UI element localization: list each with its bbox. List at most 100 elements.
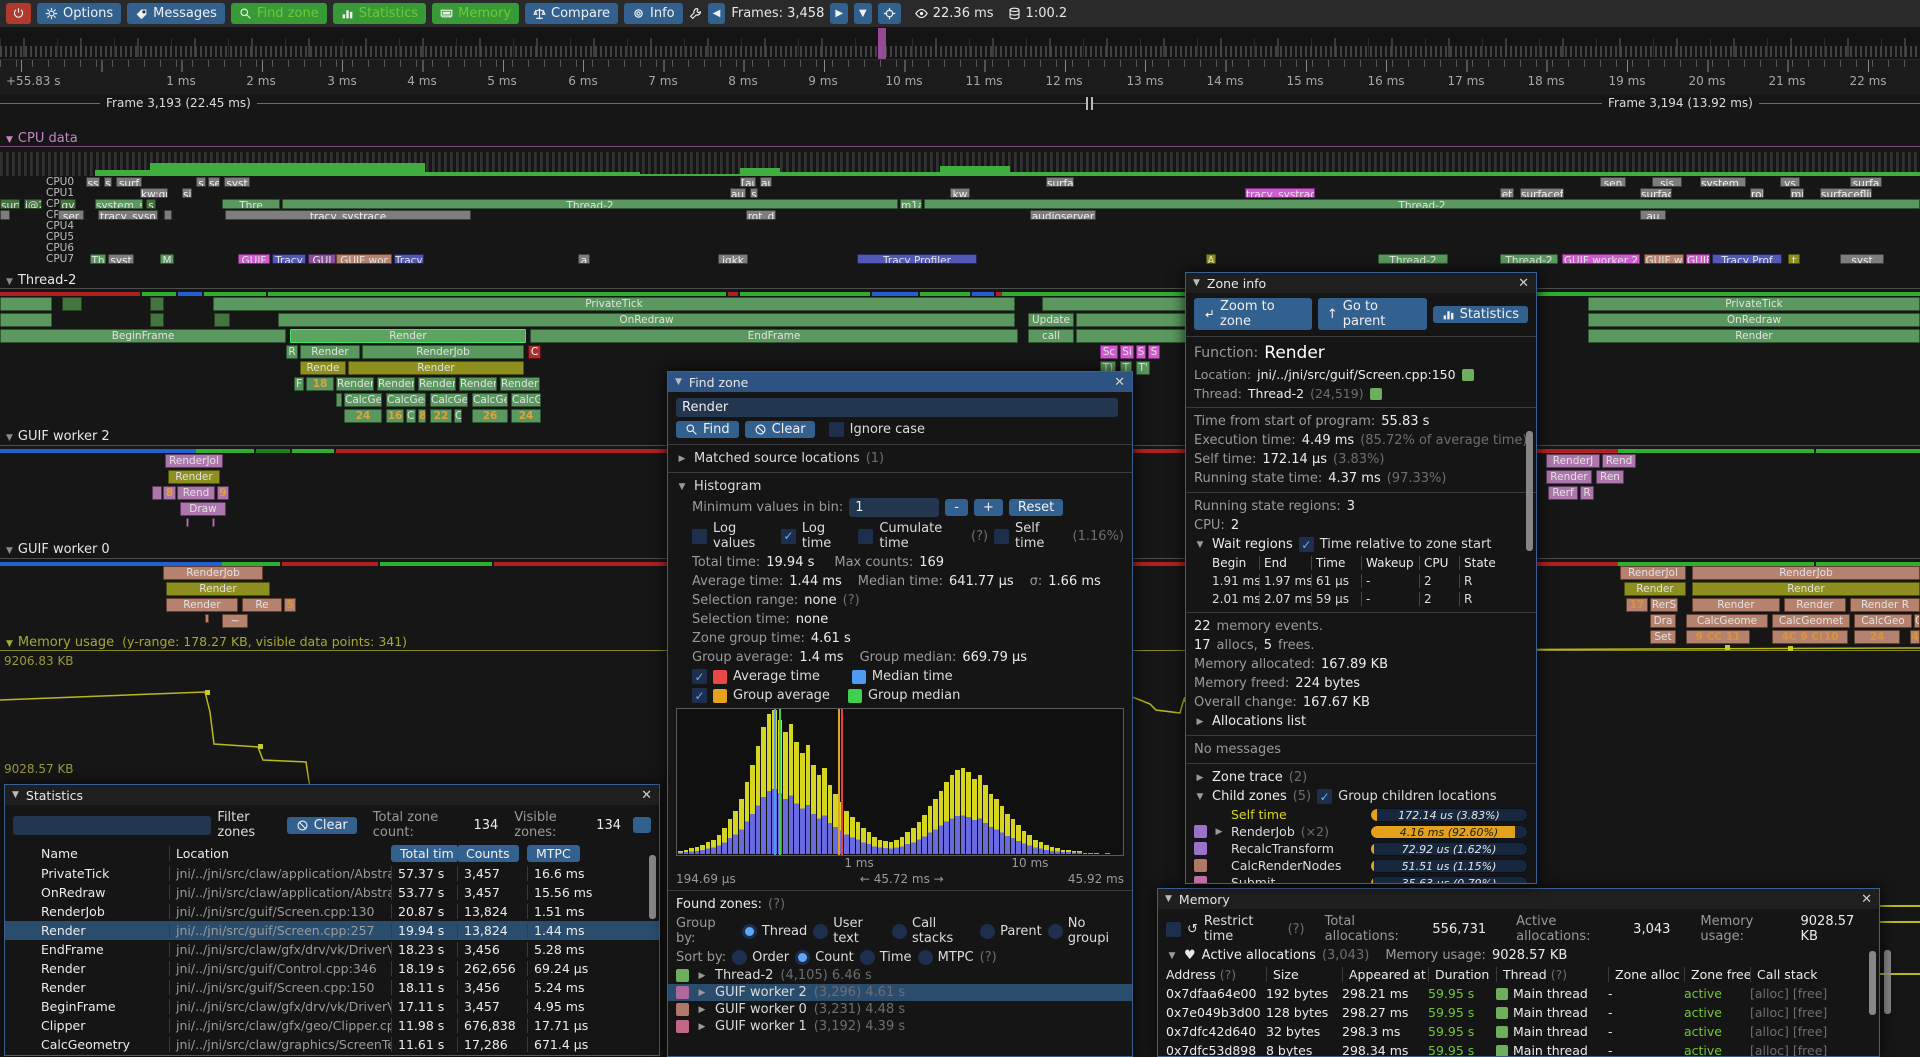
clear-button[interactable]: Clear — [745, 421, 815, 438]
timeline-zone[interactable]: Tracy I — [394, 254, 424, 264]
col-end[interactable]: End — [1260, 556, 1312, 570]
timeline-zone[interactable]: S — [1148, 345, 1160, 359]
clear-filter-button[interactable]: Clear — [287, 817, 357, 834]
messages-button[interactable]: Messages — [127, 3, 225, 24]
timeline-zone[interactable]: GUIF — [238, 254, 270, 264]
timeline-zone[interactable]: Th — [90, 254, 106, 264]
timeline-zone[interactable]: Render — [300, 345, 360, 359]
zone-statistics-button[interactable]: Statistics — [1433, 306, 1528, 323]
timeline-zone[interactable]: CalcGeo — [1854, 614, 1912, 628]
timeline-zone[interactable] — [205, 614, 209, 623]
radio-icon[interactable] — [795, 950, 810, 965]
timeline-zone[interactable]: mi — [1790, 188, 1804, 198]
child-zone-row[interactable]: CalcRenderNodes 51.51 us (1.15%) — [1186, 857, 1536, 874]
group-children-checkbox[interactable]: ✓ — [1317, 789, 1332, 804]
hist-range-mid[interactable]: ← 45.72 ms → — [860, 872, 944, 886]
timeline-zone[interactable]: kw:gm — [140, 188, 168, 198]
timeline-zone[interactable]: 26 — [472, 409, 508, 423]
timeline-zone[interactable]: audioserver — [1030, 210, 1096, 220]
timeline-zone[interactable]: CalcGeor — [430, 393, 468, 407]
col-duration[interactable]: Duration — [1428, 967, 1496, 982]
timeline-zone[interactable]: Render — [348, 361, 524, 375]
main-scrollbar[interactable] — [1884, 950, 1891, 1014]
timeline-zone[interactable]: OnRedraw — [1588, 313, 1920, 327]
timeline-zone[interactable]: Render — [1546, 470, 1592, 484]
timeline-zone[interactable]: Render — [377, 377, 415, 391]
timeline-zone[interactable]: RenderJob — [362, 345, 524, 359]
memory-scrollbar[interactable] — [1869, 951, 1876, 1015]
timeline-zone[interactable] — [150, 297, 164, 311]
timeline-section-header[interactable]: ▼CPU data — [6, 130, 86, 145]
child-zone-row[interactable]: ▶ RenderJob (×2) 4.16 ms (92.60%) — [1186, 823, 1536, 840]
timeline-zone[interactable]: tracy_systrace — [1245, 188, 1315, 198]
cumulate-time-checkbox[interactable]: ✓ — [858, 529, 873, 544]
col-begin[interactable]: Begin — [1208, 556, 1260, 570]
found-zone-group-row[interactable]: ▶Thread-2(4,105) 6.46 s — [668, 967, 1132, 984]
timeline-section-header[interactable]: ▼GUIF worker 0 — [6, 541, 118, 556]
timeline-zone[interactable]: Render — [1784, 598, 1846, 612]
frame-overview[interactable] — [0, 27, 1920, 60]
alloc-callstack[interactable]: [alloc] [free] — [1750, 986, 1870, 1001]
timeline-zone[interactable]: 24 — [1854, 630, 1900, 644]
go-to-parent-button[interactable]: ↑Go to parent — [1318, 298, 1427, 330]
timeline-zone[interactable] — [214, 313, 230, 327]
timeline-zone[interactable]: surface — [1046, 177, 1074, 187]
timeline-zone[interactable]: m1a — [900, 199, 922, 209]
timeline-zone[interactable]: Rend — [177, 486, 215, 500]
timeline-section-header[interactable]: ▼Thread-2 — [6, 272, 84, 287]
close-icon[interactable]: ✕ — [641, 788, 652, 803]
timeline-zone[interactable]: ys — [1780, 177, 1800, 187]
timeline-zone[interactable] — [186, 518, 189, 527]
radio-icon[interactable] — [892, 924, 907, 939]
timeline-zone[interactable]: Sc — [1100, 345, 1118, 359]
statistics-titlebar[interactable]: ▼Statistics✕ — [5, 785, 659, 805]
timeline-zone[interactable] — [152, 486, 162, 500]
timeline-zone[interactable]: 24 — [511, 409, 541, 423]
child-zone-row[interactable]: Self time 172.14 us (3.83%) — [1186, 806, 1536, 823]
timeline-zone[interactable]: Render — [418, 377, 456, 391]
allocation-row[interactable]: 0x7dfaa64e00 192 bytes 298.21 ms 59.95 s… — [1158, 984, 1879, 1003]
timeline-zone[interactable] — [212, 518, 215, 527]
sort-by-option[interactable]: Order — [732, 950, 789, 965]
expand-arrow-icon[interactable]: ▶ — [1213, 827, 1225, 837]
statistics-row[interactable]: PrivateTick jni/../jni/src/claw/applicat… — [5, 864, 659, 883]
timeline-zone[interactable]: Render — [1692, 598, 1780, 612]
timeline-zone[interactable]: system_se — [95, 199, 143, 209]
timeline-zone[interactable]: RerS — [1650, 598, 1678, 612]
timeline-zone[interactable]: T' — [1136, 361, 1150, 375]
timeline-zone[interactable]: 4C 9 C(10 — [1772, 630, 1848, 644]
timeline-zone[interactable]: surf — [0, 199, 20, 209]
allocation-row[interactable]: 0x7dfc53d898 8 bytes 298.34 ms 59.95 s M… — [1158, 1041, 1879, 1057]
statistics-row[interactable]: Render jni/../jni/src/guif/Screen.cpp:15… — [5, 978, 659, 997]
timeline-zone[interactable]: Render — [166, 598, 238, 612]
filter-zones-input[interactable] — [13, 816, 211, 835]
expand-arrow-icon[interactable]: ▶ — [696, 988, 708, 998]
group-by-option[interactable]: Thread — [742, 924, 807, 939]
min-bin-input[interactable] — [849, 498, 939, 517]
expand-arrow-icon[interactable]: ▶ — [1194, 717, 1206, 727]
radio-icon[interactable] — [742, 924, 757, 939]
statistics-row[interactable]: BeginFrame jni/../jni/src/claw/gfx/drv/v… — [5, 997, 659, 1016]
timeline-zone[interactable]: CalcGeome — [1686, 614, 1768, 628]
timeline-zone[interactable]: C — [528, 345, 541, 359]
col-total-time-button[interactable]: Total tim — [391, 845, 457, 862]
timeline-zone[interactable] — [336, 393, 342, 407]
timeline-zone[interactable]: Draw — [180, 502, 226, 516]
radio-icon[interactable] — [918, 950, 933, 965]
expand-arrow-icon[interactable]: ▶ — [696, 971, 708, 981]
timeline-zone[interactable]: GUIF — [1686, 254, 1710, 264]
statistics-row[interactable]: Render jni/../jni/src/guif/Control.cpp:3… — [5, 959, 659, 978]
timeline-zone[interactable]: 22 — [430, 409, 452, 423]
timeline-section-header[interactable]: ▼Memory usage(y-range: 178.27 KB, visibl… — [6, 634, 407, 649]
timeline-zone[interactable]: OnRedraw — [278, 313, 1015, 327]
statistics-row[interactable]: Clipper jni/../jni/src/claw/gfx/geo/Clip… — [5, 1016, 659, 1035]
timeline-zone[interactable]: tracy_sysn — [98, 210, 158, 220]
timeline-zone[interactable]: R — [1580, 486, 1594, 500]
timeline-zone[interactable]: surfacefline — [1820, 188, 1872, 198]
timeline-zone[interactable]: 8 — [163, 486, 176, 500]
timeline-zone[interactable]: aux — [730, 188, 746, 198]
timeline-zone[interactable]: Render F — [500, 377, 540, 391]
compare-button[interactable]: Compare — [525, 3, 618, 24]
timeline-zone[interactable]: R — [286, 345, 298, 359]
timeline-zone[interactable]: 5 — [284, 598, 296, 612]
